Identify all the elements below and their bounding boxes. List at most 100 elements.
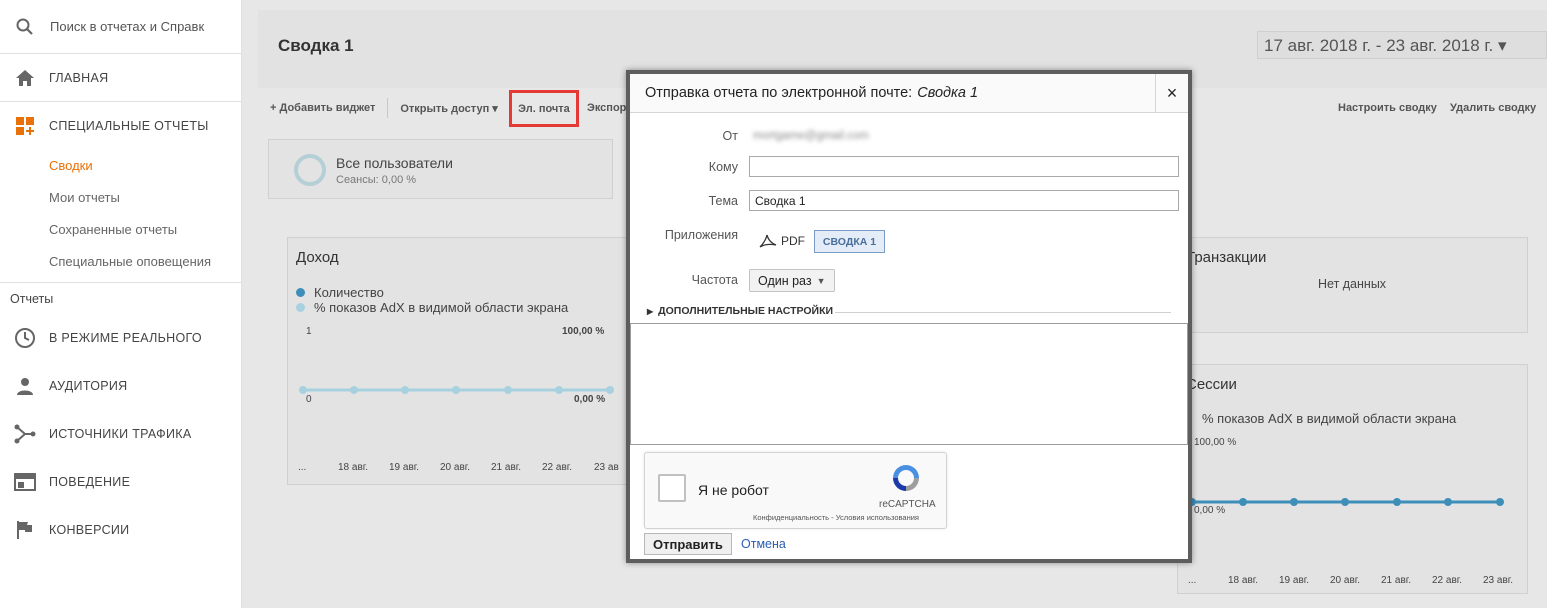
segment-sub: Сеансы: 0,00 % [336,174,417,186]
send-button[interactable]: Отправить [644,533,732,555]
sidebar-item-label: ПОВЕДЕНИЕ [49,475,131,489]
x-axis-label: 18 авг. [338,462,368,473]
legend-label: % показов AdX в видимой области экрана [1202,410,1457,426]
sidebar-subitem-saved-reports[interactable]: Сохраненные отчеты [0,214,241,246]
widget-title: Транзакции [1186,249,1267,266]
data-point [555,386,563,394]
dialog-title: Отправка отчета по электронной почте: [645,85,913,101]
data-point [401,386,409,394]
sidebar-item-label: ИСТОЧНИКИ ТРАФИКА [49,427,192,441]
chevron-down-icon: ▼ [816,275,826,286]
recaptcha-links[interactable]: Конфиденциальность - Условия использован… [753,513,919,522]
x-axis-label: ... [298,462,307,473]
segment-card[interactable]: Все пользователи Сеансы: 0,00 % [268,139,613,199]
y-axis-label: 100,00 % [1194,437,1237,448]
frequency-value: Один раз [758,273,812,288]
widget-transactions: Транзакции Нет данных [1177,237,1528,333]
sidebar-item-label: В РЕЖИМЕ РЕАЛЬНОГО [49,331,202,345]
widget-income: Доход Количество % показов AdX в видимой… [287,237,627,485]
sidebar-item-home[interactable]: ГЛАВНАЯ [0,54,241,102]
sidebar-item-behavior[interactable]: ПОВЕДЕНИЕ [0,458,241,506]
search-icon[interactable] [0,17,50,37]
sidebar-item-conversions[interactable]: КОНВЕРСИИ [0,506,241,554]
sidebar-item-custom-reports[interactable]: СПЕЦИАЛЬНЫЕ ОТЧЕТЫ [0,102,241,150]
custom-reports-icon [0,116,49,136]
to-field[interactable] [749,156,1179,177]
empty-state-text: Нет данных [1318,277,1387,291]
data-point [1290,498,1298,506]
advanced-settings-toggle[interactable]: ▶ ДОПОЛНИТЕЛЬНЫЕ НАСТРОЙКИ [647,305,833,317]
legend-label: % показов AdX в видимой области экрана [314,299,569,315]
legend-item: % показов AdX в видимой области экрана [1202,410,1456,426]
sessions-series-line [1188,498,1504,506]
date-range-picker[interactable]: 17 авг. 2018 г. - 23 авг. 2018 г. ▾ [1257,31,1547,59]
x-axis-label: ... [1188,575,1197,586]
to-label: Кому [708,160,738,174]
message-textarea[interactable] [630,323,1188,445]
chevron-down-icon: ▾ [492,102,498,115]
recaptcha-label: Я не робот [698,482,769,498]
sidebar-subitem-dashboards[interactable]: Сводки [0,150,241,182]
income-series-line [299,386,614,394]
x-axis-label: 20 авг. [1330,575,1360,586]
segment-name: Все пользователи [336,155,453,171]
reports-heading: Отчеты [0,282,241,314]
close-button[interactable]: × [1155,74,1188,113]
customize-dashboard-button[interactable]: Настроить сводку [1338,102,1437,114]
x-axis-label: 21 авг. [1381,575,1411,586]
sidebar-item-realtime[interactable]: В РЕЖИМЕ РЕАЛЬНОГО [0,314,241,362]
page-title: Сводка 1 [278,36,354,55]
x-axis-label: 18 авг. [1228,575,1258,586]
sidebar-subitem-custom-alerts[interactable]: Специальные оповещения [0,246,241,278]
sidebar-search[interactable]: Поиск в отчетах и Справк [0,0,241,54]
sidebar-item-audience[interactable]: АУДИТОРИЯ [0,362,241,410]
sidebar-subitem-my-reports[interactable]: Мои отчеты [0,182,241,214]
legend-label: Количество [314,284,384,300]
sidebar-item-acquisition[interactable]: ИСТОЧНИКИ ТРАФИКА [0,410,241,458]
x-axis-label: 19 авг. [389,462,419,473]
widget-title: Сессии [1186,376,1237,393]
legend-dot [296,287,305,297]
subject-field[interactable] [749,190,1179,211]
behavior-icon [0,473,49,491]
person-icon [0,376,49,396]
from-value: mortgame@gmail.com [753,130,869,142]
legend-item: % показов AdX в видимой области экрана [296,299,568,315]
x-axis-label: 22 авг. [542,462,572,473]
email-button[interactable]: Эл. почта [509,90,579,127]
clock-icon [0,327,49,349]
cancel-link[interactable]: Отмена [741,537,786,551]
frequency-select[interactable]: Один раз ▼ [749,269,835,292]
search-input[interactable]: Поиск в отчетах и Справк [50,19,204,34]
data-point [1444,498,1452,506]
triangle-right-icon: ▶ [647,306,654,316]
attachment-chip[interactable]: СВОДКА 1 [814,230,885,253]
widget-sessions: Сессии % показов AdX в видимой области э… [1177,364,1528,594]
data-point [1239,498,1247,506]
acquisition-icon [0,424,49,444]
legend-item: Количество [296,284,384,300]
recaptcha-checkbox[interactable] [658,474,686,502]
legend-dot [296,302,305,312]
data-point [1496,498,1504,506]
widget-title: Доход [296,249,339,266]
x-axis-label: 23 авг. [1483,575,1513,586]
data-point [299,386,307,394]
recaptcha-logo-icon [893,465,919,491]
sidebar-item-label: АУДИТОРИЯ [49,379,128,393]
data-point [452,386,460,394]
divider [835,312,1171,313]
pdf-icon [759,234,777,248]
email-report-dialog: Отправка отчета по электронной почте: Св… [626,70,1192,563]
export-button[interactable]: Экспор [587,102,626,114]
data-point [504,386,512,394]
add-widget-button[interactable]: + Добавить виджет [258,102,387,114]
sidebar-item-label: ГЛАВНАЯ [49,70,109,85]
pdf-attachment-option[interactable]: PDF [758,233,805,249]
data-point [1341,498,1349,506]
recaptcha-widget: Я не робот reCAPTCHA Конфиденциальность … [644,452,947,529]
share-button[interactable]: Открыть доступ ▾ [388,102,509,115]
x-axis-label: 20 авг. [440,462,470,473]
from-label: От [722,129,738,143]
delete-dashboard-button[interactable]: Удалить сводку [1450,102,1536,114]
